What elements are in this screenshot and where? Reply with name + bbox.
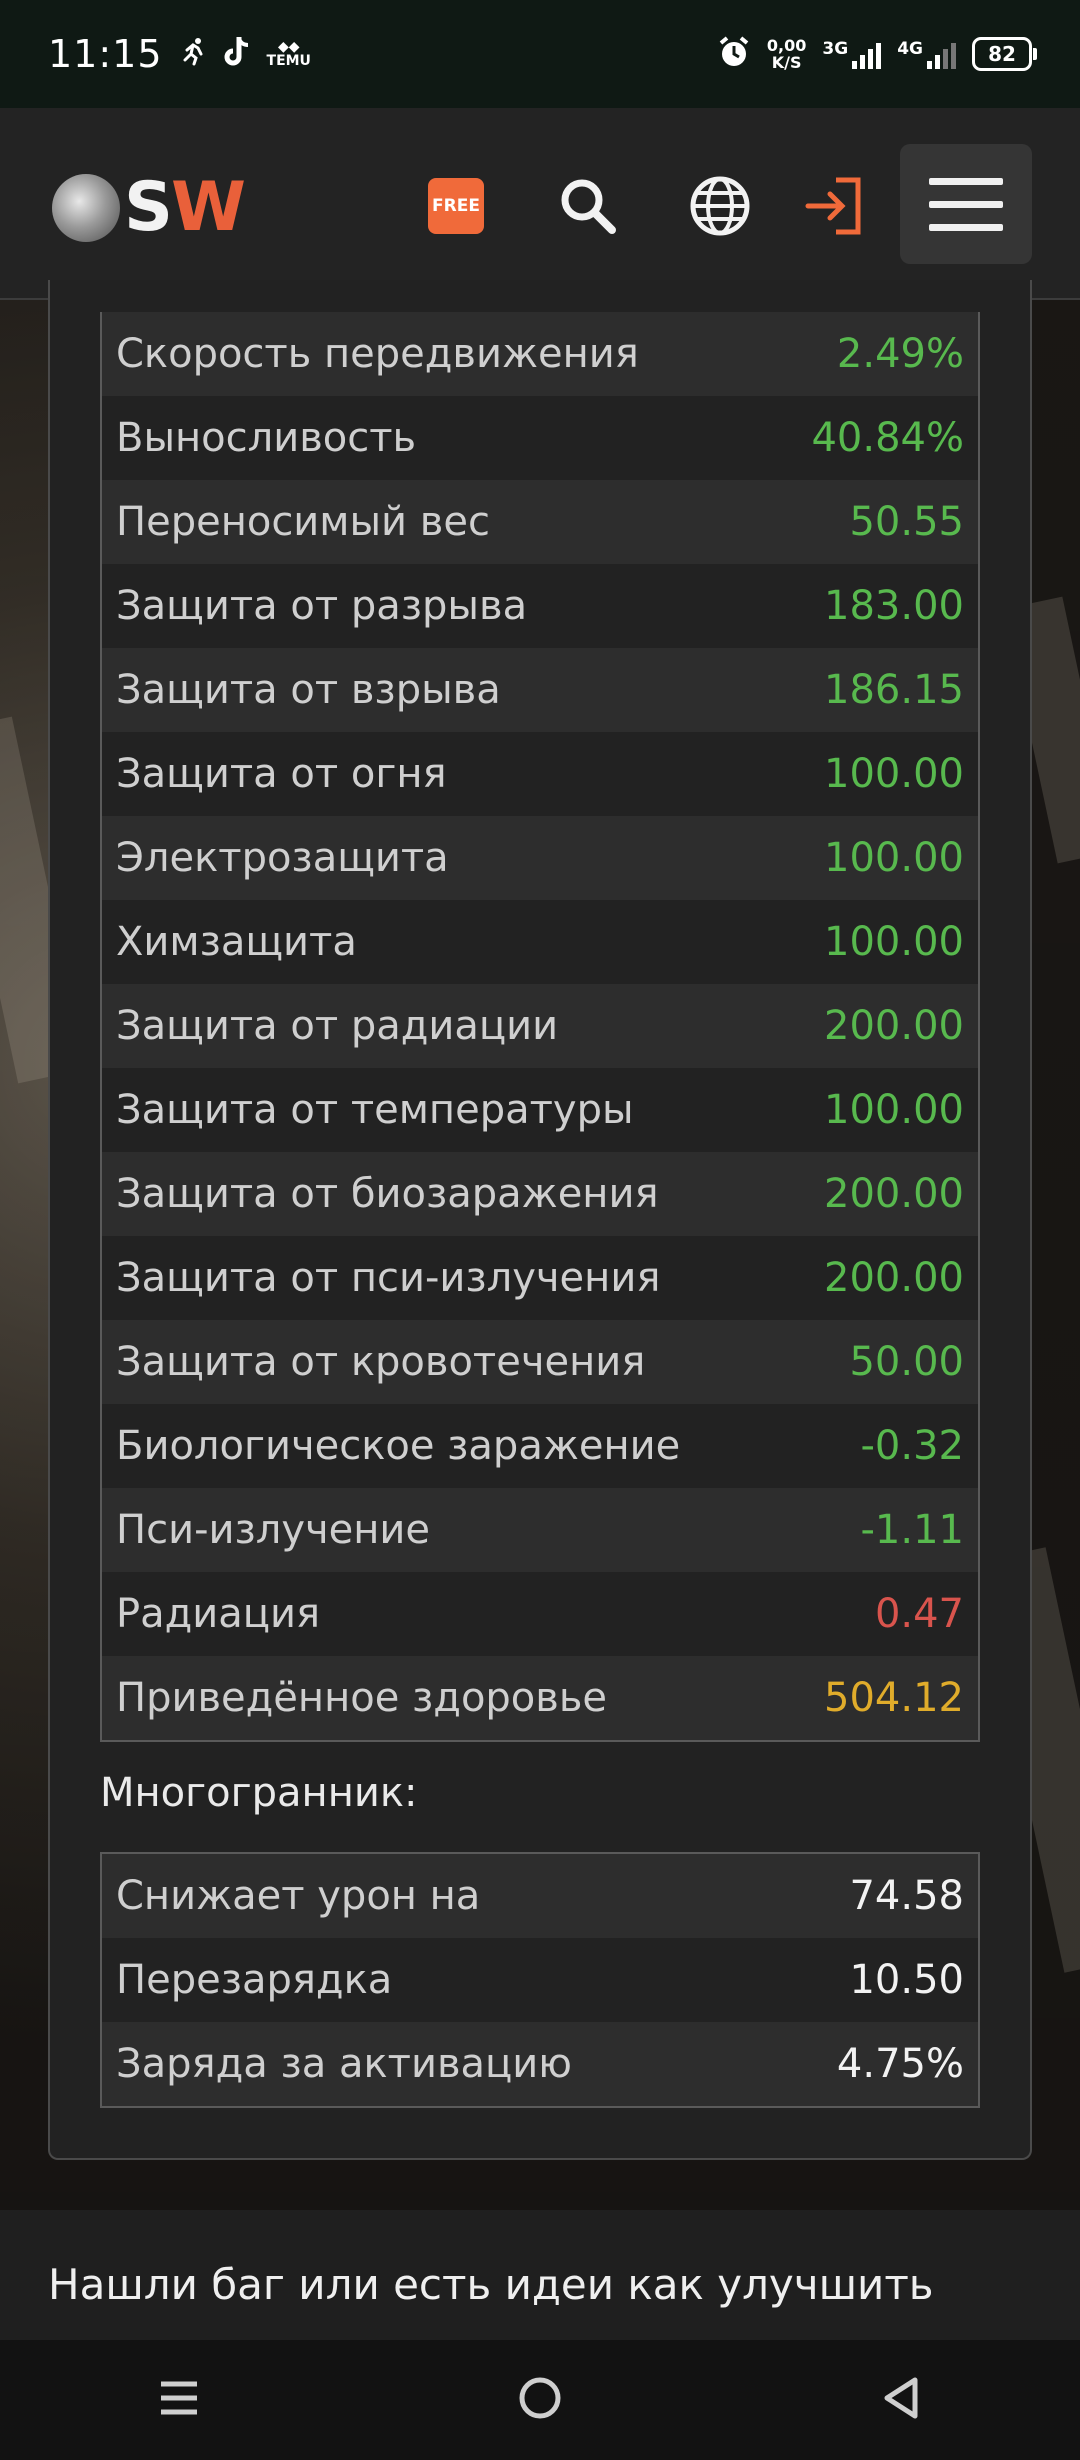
feedback-text: Нашли баг или есть идеи как улучшить <box>48 2260 934 2309</box>
site-header: SW FREE <box>0 108 1080 300</box>
stat-label: Защита от взрыва <box>116 667 501 713</box>
stat-value: 504.12 <box>824 1675 964 1721</box>
stat-label: Защита от пси-излучения <box>116 1255 661 1301</box>
stat-row: Электрозащита 100.00 <box>102 816 978 900</box>
stat-label: Защита от огня <box>116 751 447 797</box>
signal-bars-icon <box>927 39 956 69</box>
stat-label: Переносимый вес <box>116 499 490 545</box>
stat-label: Защита от биозаражения <box>116 1171 659 1217</box>
stat-value: 40.84% <box>811 415 964 461</box>
site-logo[interactable]: SW <box>52 168 246 247</box>
stat-label: Биологическое заражение <box>116 1423 681 1469</box>
signal-bars-icon <box>852 39 882 69</box>
polyhedron-label: Перезарядка <box>116 1957 393 2003</box>
stat-row: Защита от радиации 200.00 <box>102 984 978 1068</box>
signal-3g: 3G <box>822 39 882 69</box>
logo-text: SW <box>124 168 246 247</box>
feedback-section: Нашли баг или есть идеи как улучшить <box>0 2210 1080 2340</box>
stat-row: Защита от огня 100.00 <box>102 732 978 816</box>
stat-row: Защита от кровотечения 50.00 <box>102 1320 978 1404</box>
polyhedron-row: Перезарядка 10.50 <box>102 1938 978 2022</box>
back-icon[interactable] <box>879 2374 923 2426</box>
stat-label: Приведённое здоровье <box>116 1675 608 1721</box>
stat-label: Защита от кровотечения <box>116 1339 646 1385</box>
stat-value: 2.49% <box>836 331 964 377</box>
stat-label: Защита от разрыва <box>116 583 528 629</box>
recent-apps-icon[interactable] <box>157 2376 201 2424</box>
stat-row: Радиация 0.47 <box>102 1572 978 1656</box>
stat-row: Пси-излучение -1.11 <box>102 1488 978 1572</box>
stat-label: Пси-излучение <box>116 1507 431 1553</box>
polyhedron-row: Снижает урон на 74.58 <box>102 1854 978 1938</box>
tiktok-icon <box>223 35 253 73</box>
stat-row: Защита от биозаражения 200.00 <box>102 1152 978 1236</box>
polyhedron-table: Снижает урон на 74.58 Перезарядка 10.50 Заря… <box>100 1852 980 2108</box>
stat-row: Химзащита 100.00 <box>102 900 978 984</box>
stat-row: Биологическое заражение -0.32 <box>102 1404 978 1488</box>
logo-emblem-icon <box>52 173 120 242</box>
stat-value: 100.00 <box>824 751 964 797</box>
temu-icon: ◆◆ TEMU <box>266 39 311 69</box>
home-icon[interactable] <box>516 2374 564 2426</box>
polyhedron-label: Снижает урон на <box>116 1873 481 1919</box>
stat-row: Скорость передвижения 2.49% <box>102 312 978 396</box>
signal-4g: 4G <box>897 39 956 69</box>
stat-label: Защита от радиации <box>116 1003 559 1049</box>
status-bar: 11:15 ◆◆ TEMU 0,00 K/S 3G 4G 82 <box>0 0 1080 108</box>
stat-value: 100.00 <box>824 1087 964 1133</box>
stats-table: Скорость передвижения 2.49% Выносливость 40… <box>100 312 980 1742</box>
menu-icon[interactable] <box>900 144 1032 264</box>
polyhedron-value: 74.58 <box>849 1873 964 1919</box>
stat-value: -1.11 <box>860 1507 965 1553</box>
stat-value: 50.55 <box>849 499 964 545</box>
stat-label: Выносливость <box>116 415 417 461</box>
stat-label: Химзащита <box>116 919 357 965</box>
stat-row: Переносимый вес 50.55 <box>102 480 978 564</box>
stat-row: Выносливость 40.84% <box>102 396 978 480</box>
polyhedron-value: 4.75% <box>836 2041 964 2087</box>
stat-value: 200.00 <box>824 1171 964 1217</box>
stat-value: 183.00 <box>824 583 964 629</box>
stat-value: 50.00 <box>849 1339 964 1385</box>
stat-value: 200.00 <box>824 1003 964 1049</box>
running-icon <box>179 36 209 72</box>
stat-label: Защита от температуры <box>116 1087 634 1133</box>
polyhedron-value: 10.50 <box>849 1957 964 2003</box>
alarm-icon <box>717 35 751 73</box>
search-icon[interactable] <box>554 172 622 240</box>
stat-value: 100.00 <box>824 919 964 965</box>
stat-label: Скорость передвижения <box>116 331 639 377</box>
stat-value: 0.47 <box>874 1591 964 1637</box>
stat-row: Приведённое здоровье 504.12 <box>102 1656 978 1740</box>
stat-label: Электрозащита <box>116 835 449 881</box>
stat-value: 200.00 <box>824 1255 964 1301</box>
stat-row: Защита от пси-излучения 200.00 <box>102 1236 978 1320</box>
polyhedron-row: Заряда за активацию 4.75% <box>102 2022 978 2106</box>
free-button[interactable]: FREE <box>428 178 484 234</box>
polyhedron-label: Заряда за активацию <box>116 2041 572 2087</box>
stat-value: 100.00 <box>824 835 964 881</box>
network-speed: 0,00 K/S <box>766 36 807 72</box>
system-nav-bar <box>0 2340 1080 2460</box>
stat-row: Защита от температуры 100.00 <box>102 1068 978 1152</box>
login-icon[interactable] <box>800 172 868 240</box>
stats-panel: Скорость передвижения 2.49% Выносливость 40… <box>48 280 1032 2160</box>
polyhedron-title: Многогранник: <box>100 1770 418 1816</box>
stat-value: -0.32 <box>860 1423 965 1469</box>
status-time: 11:15 <box>48 32 163 76</box>
stat-row: Защита от разрыва 183.00 <box>102 564 978 648</box>
globe-icon[interactable] <box>686 172 754 240</box>
stat-value: 186.15 <box>824 667 964 713</box>
battery-icon: 82 <box>972 37 1037 71</box>
stat-label: Радиация <box>116 1591 321 1637</box>
stat-row: Защита от взрыва 186.15 <box>102 648 978 732</box>
